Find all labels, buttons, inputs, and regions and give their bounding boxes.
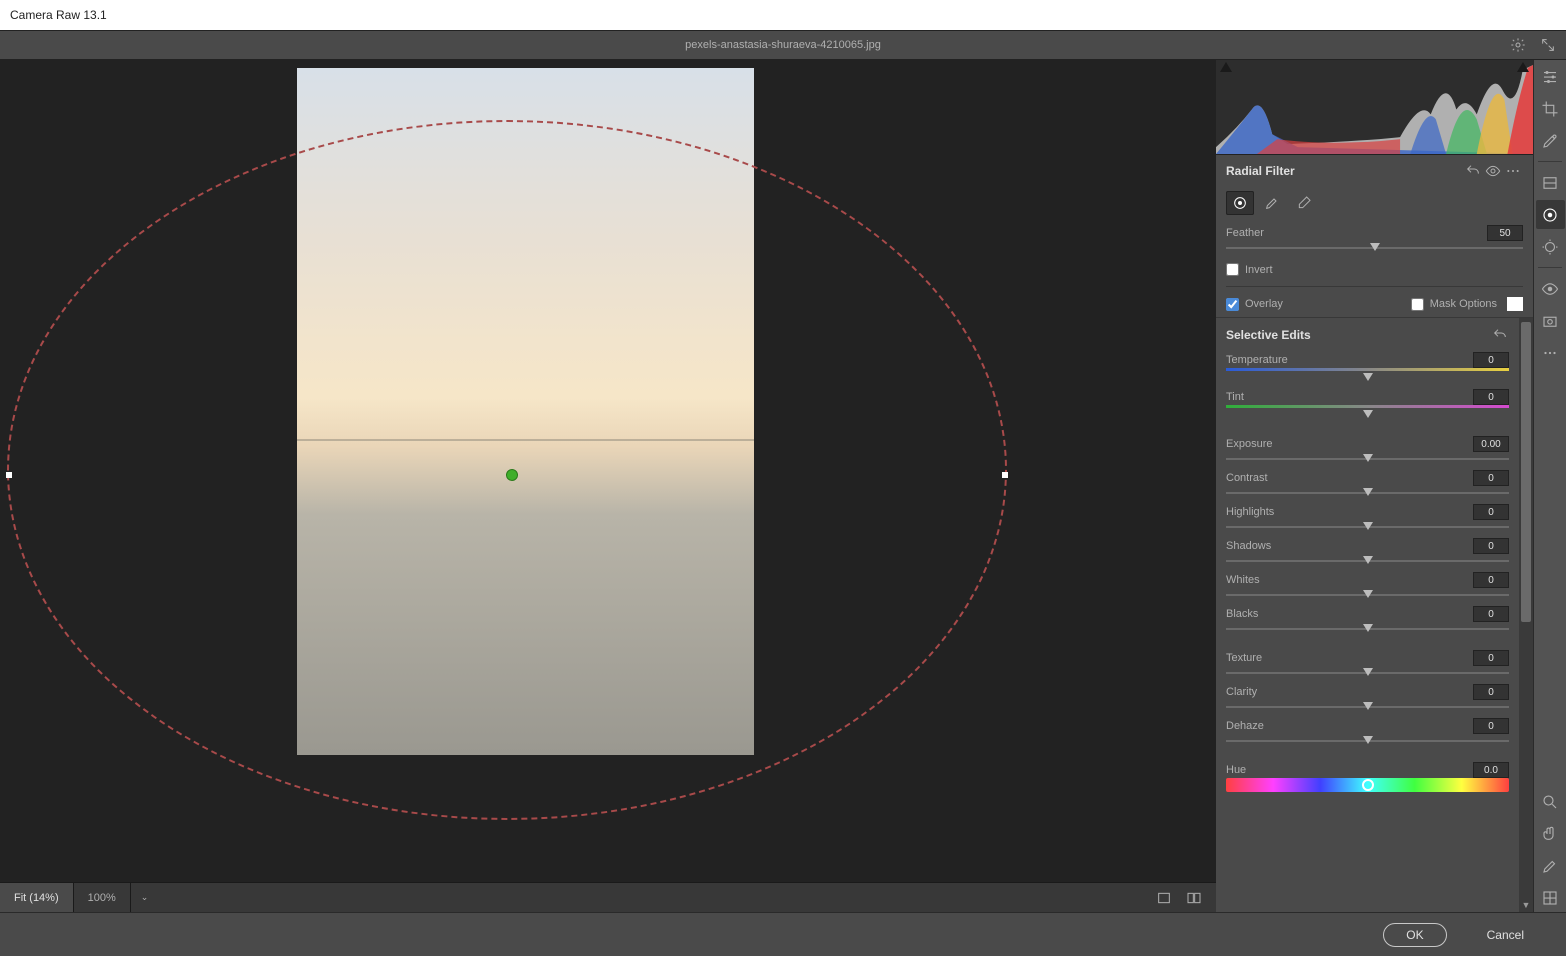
histogram[interactable] <box>1216 60 1533 155</box>
highlights-label: Highlights <box>1226 506 1473 518</box>
edit-sliders-icon[interactable] <box>1536 62 1565 91</box>
filename-label: pexels-anastasia-shuraeva-4210065.jpg <box>685 39 881 51</box>
zoom-fit[interactable]: Fit (14%) <box>0 883 74 912</box>
tint-slider[interactable] <box>1226 410 1509 420</box>
blacks-label: Blacks <box>1226 608 1473 620</box>
zoom-tool-icon[interactable] <box>1536 787 1565 816</box>
feather-label: Feather <box>1226 227 1487 239</box>
panel-title: Radial Filter <box>1226 164 1295 178</box>
temperature-slider[interactable] <box>1226 373 1509 383</box>
radial-new-icon[interactable] <box>1226 191 1254 215</box>
hue-slider[interactable] <box>1226 778 1509 792</box>
filter-pin[interactable] <box>506 469 518 481</box>
scrollbar-thumb[interactable] <box>1521 322 1531 622</box>
fullscreen-icon[interactable] <box>1536 33 1560 57</box>
highlight-clip-indicator[interactable] <box>1517 62 1529 72</box>
shadows-value[interactable] <box>1473 538 1509 554</box>
feather-value[interactable] <box>1487 225 1523 241</box>
texture-value[interactable] <box>1473 650 1509 666</box>
dialog-button-bar: OK Cancel <box>0 912 1566 956</box>
undo-icon[interactable] <box>1463 161 1483 181</box>
panel-scrollbar[interactable]: ▲ ▼ <box>1519 318 1533 912</box>
brush-erase-icon[interactable] <box>1290 191 1318 215</box>
ok-button[interactable]: OK <box>1383 923 1446 947</box>
snapshots-icon[interactable] <box>1536 306 1565 335</box>
contrast-slider[interactable] <box>1226 488 1509 498</box>
brush-add-icon[interactable] <box>1258 191 1286 215</box>
radial-handle-left[interactable] <box>6 472 12 478</box>
hue-value[interactable] <box>1473 762 1509 778</box>
contrast-label: Contrast <box>1226 472 1473 484</box>
settings-icon[interactable] <box>1506 33 1530 57</box>
temperature-value[interactable] <box>1473 352 1509 368</box>
visibility-icon[interactable] <box>1483 161 1503 181</box>
exposure-value[interactable] <box>1473 436 1509 452</box>
texture-slider[interactable] <box>1226 668 1509 678</box>
document-header: pexels-anastasia-shuraeva-4210065.jpg <box>0 30 1566 60</box>
red-eye-icon[interactable] <box>1536 274 1565 303</box>
before-after-single-icon[interactable] <box>1152 886 1176 910</box>
radial-handle-right[interactable] <box>1002 472 1008 478</box>
exposure-slider[interactable] <box>1226 454 1509 464</box>
highlights-value[interactable] <box>1473 504 1509 520</box>
whites-label: Whites <box>1226 574 1473 586</box>
texture-label: Texture <box>1226 652 1473 664</box>
window-titlebar: Camera Raw 13.1 <box>0 0 1566 30</box>
hue-label: Hue <box>1226 764 1473 776</box>
invert-label: Invert <box>1245 264 1273 276</box>
overlay-checkbox[interactable] <box>1226 298 1239 311</box>
crop-tool-icon[interactable] <box>1536 94 1565 123</box>
before-after-split-icon[interactable] <box>1182 886 1206 910</box>
contrast-value[interactable] <box>1473 470 1509 486</box>
dehaze-slider[interactable] <box>1226 736 1509 746</box>
grid-icon[interactable] <box>1536 883 1565 912</box>
invert-checkbox[interactable] <box>1226 263 1239 276</box>
reset-edits-icon[interactable] <box>1491 326 1509 344</box>
right-toolstrip <box>1533 60 1566 912</box>
tint-label: Tint <box>1226 391 1473 403</box>
temperature-label: Temperature <box>1226 354 1473 366</box>
zoom-100[interactable]: 100% <box>74 883 131 912</box>
mask-options-label: Mask Options <box>1430 298 1497 310</box>
cancel-button[interactable]: Cancel <box>1465 923 1546 947</box>
spot-removal-icon[interactable] <box>1536 126 1565 155</box>
color-sampler-icon[interactable] <box>1536 851 1565 880</box>
clarity-slider[interactable] <box>1226 702 1509 712</box>
whites-slider[interactable] <box>1226 590 1509 600</box>
blacks-value[interactable] <box>1473 606 1509 622</box>
shadows-slider[interactable] <box>1226 556 1509 566</box>
mask-options-checkbox[interactable] <box>1411 298 1424 311</box>
exposure-label: Exposure <box>1226 438 1473 450</box>
shadow-clip-indicator[interactable] <box>1220 62 1232 72</box>
feather-slider[interactable] <box>1226 243 1523 253</box>
canvas-footer: Fit (14%) 100% ⌄ <box>0 882 1216 912</box>
whites-value[interactable] <box>1473 572 1509 588</box>
overlay-label: Overlay <box>1245 298 1283 310</box>
adjustment-brush-icon[interactable] <box>1536 232 1565 261</box>
hand-tool-icon[interactable] <box>1536 819 1565 848</box>
clarity-value[interactable] <box>1473 684 1509 700</box>
panel-menu-icon[interactable] <box>1503 161 1523 181</box>
clarity-label: Clarity <box>1226 686 1473 698</box>
app-title: Camera Raw 13.1 <box>10 8 107 22</box>
selective-edits-panel: Selective Edits Temperature <box>1216 318 1533 912</box>
dehaze-value[interactable] <box>1473 718 1509 734</box>
photo-preview <box>297 68 754 755</box>
zoom-menu[interactable]: ⌄ <box>131 892 159 903</box>
radial-filter-icon[interactable] <box>1536 200 1565 229</box>
blacks-slider[interactable] <box>1226 624 1509 634</box>
shadows-label: Shadows <box>1226 540 1473 552</box>
preview-canvas[interactable] <box>0 60 1216 882</box>
presets-icon[interactable] <box>1536 338 1565 367</box>
graduated-filter-icon[interactable] <box>1536 168 1565 197</box>
mask-color-swatch[interactable] <box>1507 297 1523 311</box>
tint-value[interactable] <box>1473 389 1509 405</box>
highlights-slider[interactable] <box>1226 522 1509 532</box>
dehaze-label: Dehaze <box>1226 720 1473 732</box>
selective-edits-title: Selective Edits <box>1226 328 1491 342</box>
